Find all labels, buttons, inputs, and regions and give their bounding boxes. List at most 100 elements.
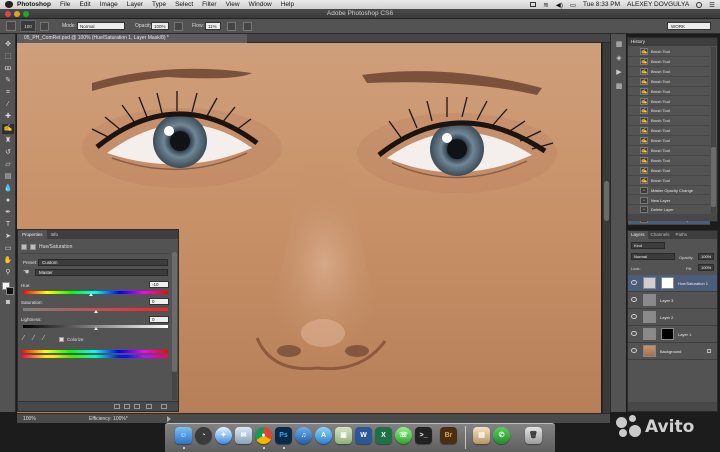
layer-row[interactable]: Layer 1 (628, 326, 717, 343)
airbrush-toggle[interactable] (227, 22, 236, 31)
safari-icon[interactable]: ✦ (215, 427, 232, 444)
spotlight-icon[interactable] (696, 1, 703, 8)
excel-icon[interactable]: X (375, 427, 392, 444)
hue-input[interactable]: -10 (149, 281, 169, 288)
blur-tool-icon[interactable]: 💧 (2, 184, 14, 194)
clone-stamp-tool-icon[interactable]: ♜ (2, 136, 14, 146)
canvas-vertical-scrollbar[interactable] (602, 43, 610, 413)
battery-icon[interactable]: ▭ (570, 1, 576, 9)
layer-row[interactable]: Layer 3 (628, 292, 717, 309)
history-item[interactable]: ✍ Brush Tool (628, 87, 710, 97)
history-item[interactable]: ✍ Brush Tool (628, 146, 710, 156)
delete-adjustment-icon[interactable] (161, 404, 167, 409)
menu-select[interactable]: Select (175, 0, 193, 9)
history-item[interactable]: ✍ Brush Tool (628, 166, 710, 176)
facetime-icon[interactable]: ✆ (493, 427, 510, 444)
mode-select[interactable]: Normal (77, 22, 125, 30)
menu-file[interactable]: File (60, 0, 70, 9)
quick-select-tool-icon[interactable]: ✎ (2, 76, 14, 86)
lasso-tool-icon[interactable]: ꝏ (2, 64, 14, 74)
dashboard-icon[interactable]: ◔ (195, 427, 212, 444)
eraser-tool-icon[interactable]: ▱ (2, 160, 14, 170)
hue-slider[interactable] (23, 291, 168, 294)
lightness-slider-thumb[interactable] (93, 327, 98, 330)
saturation-input[interactable]: 0 (149, 298, 169, 305)
layer-visibility-eye-icon[interactable] (631, 297, 637, 302)
trash-icon[interactable]: 🗑 (525, 427, 542, 444)
blend-mode-select[interactable]: Normal (631, 253, 675, 260)
terminal-icon[interactable]: >_ (415, 427, 432, 444)
bridge-icon[interactable]: Br (440, 427, 457, 444)
layer-name[interactable]: Background (660, 343, 681, 360)
layer-name[interactable]: Layer 2 (660, 309, 673, 326)
menu-type[interactable]: Type (152, 0, 166, 9)
display-icon[interactable] (530, 2, 537, 7)
reset-icon[interactable] (134, 404, 140, 409)
itunes-icon[interactable]: ♫ (295, 427, 312, 444)
app-store-icon[interactable]: A (315, 427, 332, 444)
eyedropper-subtract-icon[interactable]: ⁄ (43, 335, 44, 342)
properties-scrollbar[interactable] (172, 252, 177, 400)
brush-size-picker[interactable]: 100 (20, 20, 36, 32)
scrollbar-thumb[interactable] (604, 181, 609, 221)
word-icon[interactable]: W (355, 427, 372, 444)
shape-tool-icon[interactable]: ▭ (2, 244, 14, 254)
history-item[interactable]: ✍ Brush Tool (628, 116, 710, 127)
view-previous-icon[interactable] (124, 404, 130, 409)
pressure-opacity-toggle[interactable] (174, 22, 183, 31)
hand-tool-icon[interactable]: ✋ (2, 256, 14, 266)
move-tool-icon[interactable]: ✥ (2, 40, 14, 50)
volume-icon[interactable]: ◀) (556, 1, 563, 9)
brush-tool-icon[interactable]: ✍ (2, 124, 14, 134)
finder-icon[interactable]: ☺ (175, 427, 192, 444)
channel-select[interactable]: Master (35, 269, 168, 276)
menu-clock[interactable]: Tue 8:33 PM (583, 1, 620, 8)
lightness-input[interactable]: 0 (149, 316, 169, 323)
brush-tool-preset-icon[interactable] (6, 21, 16, 31)
hue-slider-thumb[interactable] (89, 293, 94, 296)
healing-tool-icon[interactable]: ✚ (2, 112, 14, 122)
pen-tool-icon[interactable]: ✒ (2, 208, 14, 218)
layer-row[interactable]: Layer 2 (628, 309, 717, 326)
layer-row[interactable]: Hue/Saturation 1 (628, 275, 717, 292)
opacity-input[interactable]: 100% (151, 22, 169, 30)
actions-panel-icon[interactable]: ▶ (614, 68, 624, 77)
history-scrollbar[interactable] (711, 47, 716, 215)
saturation-slider-thumb[interactable] (93, 310, 98, 313)
swatches-panel-icon[interactable]: ▩ (614, 82, 624, 91)
layer-name[interactable]: Layer 3 (660, 292, 673, 309)
menu-layer[interactable]: Layer (127, 0, 143, 9)
history-panel-icon[interactable]: ▦ (614, 40, 624, 49)
dodge-tool-icon[interactable]: ● (2, 196, 14, 206)
mail-icon[interactable]: ✉ (235, 427, 252, 444)
properties-panel-icon[interactable]: ◈ (614, 54, 624, 63)
menu-app-name[interactable]: Photoshop (17, 0, 51, 9)
layer-visibility-eye-icon[interactable] (631, 331, 637, 336)
layer-visibility-eye-icon[interactable] (631, 280, 637, 285)
background-color-swatch[interactable] (6, 287, 14, 295)
type-tool-icon[interactable]: T (2, 220, 14, 230)
tab-paths[interactable]: Paths (673, 231, 691, 239)
quick-mask-icon[interactable]: ◙ (2, 298, 14, 308)
history-item[interactable]: ✍ Brush Tool (628, 136, 710, 146)
apple-menu-icon[interactable] (5, 1, 13, 8)
preview-icon[interactable]: ▣ (335, 427, 352, 444)
menu-view[interactable]: View (226, 0, 240, 9)
wifi-icon[interactable]: ≋ (543, 1, 548, 9)
history-item[interactable]: ✍ Brush Tool (628, 47, 710, 57)
menu-help[interactable]: Help (281, 0, 294, 9)
photo-icon[interactable]: ▤ (473, 427, 490, 444)
layer-filter-kind-select[interactable]: Kind (631, 242, 665, 249)
pressure-size-toggle[interactable] (243, 22, 252, 31)
layer-name[interactable]: Layer 1 (678, 326, 691, 343)
visibility-icon[interactable] (146, 404, 152, 409)
tab-info[interactable]: Info (47, 230, 63, 239)
preset-select[interactable]: Custom (38, 259, 168, 266)
history-item[interactable]: ✍ Brush Tool (628, 97, 710, 107)
eyedropper-tool-icon[interactable]: ⁄ (2, 100, 14, 110)
tab-channels[interactable]: Channels (648, 231, 673, 239)
clip-to-layer-icon[interactable] (114, 404, 120, 409)
history-brush-tool-icon[interactable]: ↺ (2, 148, 14, 158)
fill-input[interactable]: 100% (698, 264, 714, 271)
document-tab[interactable]: 05_PH_ComRet.psd @ 100% (Hue/Saturation … (17, 34, 247, 43)
